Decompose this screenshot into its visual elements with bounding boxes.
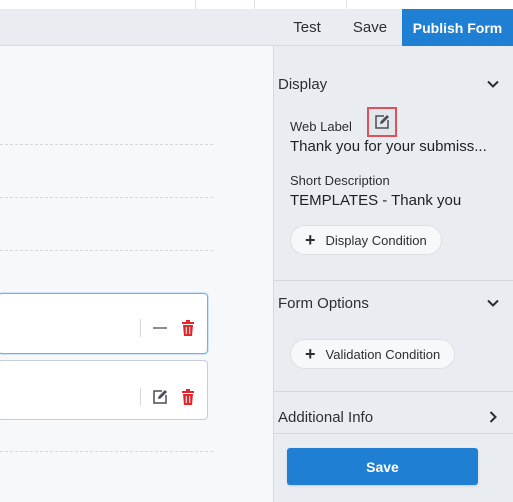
save-button[interactable]: Save <box>344 9 396 46</box>
display-condition-label: Display Condition <box>325 232 427 248</box>
additional-info-section-header[interactable]: Additional Info <box>278 402 510 432</box>
chevron-right-icon[interactable] <box>484 408 502 426</box>
web-label-caption: Web Label <box>290 119 352 134</box>
drop-zone-divider <box>0 250 213 251</box>
edit-icon[interactable] <box>151 388 169 406</box>
panel-save-button[interactable]: Save <box>287 448 478 485</box>
section-divider <box>274 280 513 281</box>
chevron-down-icon[interactable] <box>484 75 502 93</box>
form-field-card-selected[interactable] <box>0 293 208 354</box>
section-title: Display <box>278 75 328 93</box>
chevron-down-icon[interactable] <box>484 294 502 312</box>
validation-condition-label: Validation Condition <box>325 346 441 362</box>
test-button[interactable]: Test <box>282 9 332 46</box>
plus-icon: + <box>305 230 316 250</box>
card-actions <box>140 388 197 406</box>
trash-icon[interactable] <box>179 319 197 337</box>
drop-zone-divider <box>0 197 213 198</box>
edit-icon[interactable] <box>367 107 397 137</box>
top-separator <box>195 0 196 9</box>
collapse-icon[interactable] <box>151 319 169 337</box>
plus-icon: + <box>305 344 316 364</box>
properties-panel: Display Web Label Thank you for your sub… <box>273 46 513 502</box>
action-separator <box>140 388 141 406</box>
form-canvas <box>0 46 273 502</box>
action-separator <box>140 319 141 337</box>
drop-zone-divider <box>0 144 213 145</box>
trash-icon[interactable] <box>179 388 197 406</box>
validation-condition-button[interactable]: + Validation Condition <box>290 339 456 369</box>
form-field-card[interactable] <box>0 360 208 420</box>
top-separator <box>346 0 347 9</box>
form-options-section-header[interactable]: Form Options <box>278 288 510 318</box>
short-description-caption: Short Description <box>290 173 390 188</box>
section-divider <box>274 391 513 392</box>
toolbar: Test Save Publish Form <box>0 9 513 46</box>
web-label-value: Thank you for your submiss... <box>290 138 487 155</box>
display-section-header[interactable]: Display <box>278 69 510 99</box>
section-divider <box>274 433 513 434</box>
card-actions <box>140 319 197 337</box>
section-title: Form Options <box>278 294 369 312</box>
section-title: Additional Info <box>278 408 374 426</box>
top-separator <box>254 0 255 9</box>
short-description-value: TEMPLATES - Thank you <box>290 192 462 209</box>
drop-zone-divider <box>0 451 213 452</box>
publish-form-button[interactable]: Publish Form <box>402 9 513 46</box>
top-strip <box>0 0 513 9</box>
display-condition-button[interactable]: + Display Condition <box>290 225 442 255</box>
